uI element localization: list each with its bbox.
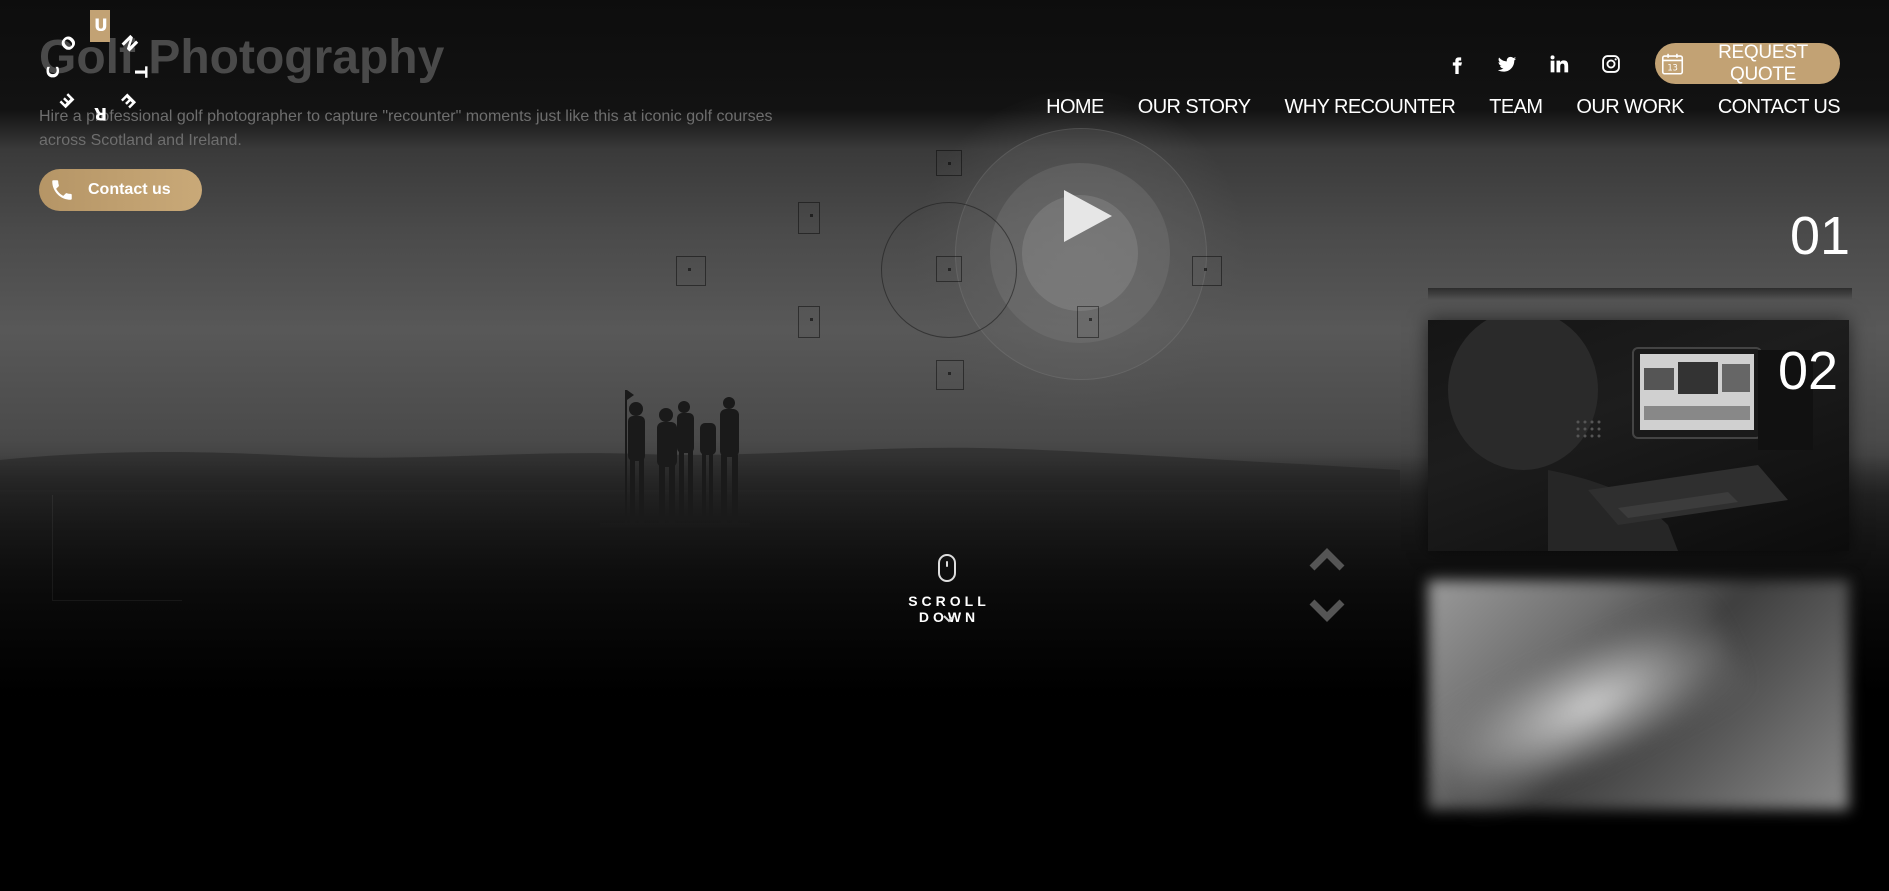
dot-marker bbox=[1077, 306, 1099, 338]
decor-line bbox=[52, 600, 182, 601]
twitter-icon[interactable] bbox=[1497, 54, 1517, 74]
dot-marker bbox=[936, 256, 962, 282]
dot-marker bbox=[1192, 256, 1222, 286]
chevron-down-icon[interactable] bbox=[942, 614, 956, 624]
logo-letter: U bbox=[94, 16, 108, 36]
slide-number-02[interactable]: 02 bbox=[1778, 340, 1838, 402]
dot-marker bbox=[936, 150, 962, 176]
request-quote-label: REQUEST QUOTE bbox=[1718, 41, 1808, 85]
slider-up-arrow-icon[interactable] bbox=[1308, 548, 1346, 572]
nav-item-our-work[interactable]: OUR WORK bbox=[1576, 96, 1684, 119]
instagram-icon[interactable] bbox=[1601, 54, 1621, 74]
dot-marker bbox=[798, 306, 820, 338]
decor-line bbox=[52, 495, 53, 600]
request-quote-button[interactable]: 13 REQUEST QUOTE bbox=[1655, 41, 1840, 85]
slider-down-arrow-icon[interactable] bbox=[1308, 598, 1346, 622]
contact-us-button[interactable]: Contact us bbox=[39, 169, 202, 211]
play-icon[interactable] bbox=[1062, 188, 1114, 244]
logo-letter: C bbox=[44, 65, 65, 79]
recounter-logo[interactable]: U N T E R E C O bbox=[38, 10, 158, 130]
logo-letter: N bbox=[117, 31, 142, 57]
main-nav: HOME OUR STORY WHY RECOUNTER TEAM OUR WO… bbox=[1046, 96, 1840, 119]
golfers-silhouette bbox=[600, 390, 750, 527]
nav-item-contact-us[interactable]: CONTACT US bbox=[1718, 96, 1841, 119]
dot-marker bbox=[936, 360, 964, 390]
dot-marker bbox=[676, 256, 706, 286]
mouse-icon[interactable] bbox=[938, 554, 956, 582]
nav-item-why-recounter[interactable]: WHY RECOUNTER bbox=[1285, 96, 1456, 119]
calendar-icon: 13 bbox=[1661, 53, 1684, 75]
nav-item-our-story[interactable]: OUR STORY bbox=[1138, 96, 1251, 119]
contact-us-label: Contact us bbox=[88, 181, 171, 198]
slide-number-01[interactable]: 01 bbox=[1790, 205, 1850, 267]
calendar-date: 13 bbox=[1667, 62, 1677, 72]
slide-1-shadow bbox=[1428, 288, 1852, 300]
facebook-icon[interactable] bbox=[1447, 54, 1467, 74]
linkedin-icon[interactable] bbox=[1549, 54, 1569, 74]
logo-letter: E bbox=[56, 88, 79, 112]
dot-marker bbox=[798, 202, 820, 234]
logo-letter: R bbox=[94, 103, 108, 123]
nav-item-team[interactable]: TEAM bbox=[1489, 96, 1543, 119]
phone-icon bbox=[52, 180, 72, 200]
logo-letter: O bbox=[57, 31, 82, 57]
page: Golf Photography Hire a professional gol… bbox=[0, 0, 1889, 891]
logo-letter: T bbox=[129, 66, 150, 78]
nav-item-home[interactable]: HOME bbox=[1046, 96, 1104, 119]
logo-letter: E bbox=[116, 88, 139, 112]
